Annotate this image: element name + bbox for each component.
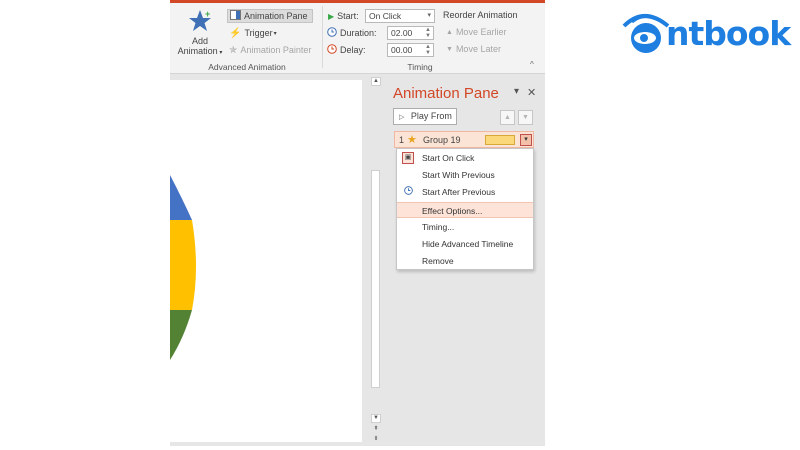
add-animation-star-icon: +: [189, 9, 211, 31]
animation-context-menu: ▣ Start On Click Start With Previous Sta…: [396, 148, 534, 270]
animation-pane-label: Animation Pane: [244, 11, 308, 21]
animation-painter-button[interactable]: ✯ Animation Painter: [229, 44, 311, 56]
menu-item-hide-advanced-timeline[interactable]: Hide Advanced Timeline: [397, 236, 533, 252]
ribbon-separator: [322, 6, 323, 68]
slide-canvas[interactable]: [170, 80, 362, 442]
spinner-arrows-icon[interactable]: ▲ ▼: [425, 27, 431, 39]
play-triangle-icon: ▷: [399, 114, 405, 121]
entrance-star-icon: ★: [407, 134, 417, 146]
chevron-down-icon: ▾: [217, 50, 223, 56]
animation-item-name: Group 19: [423, 135, 461, 145]
trigger-label: Trigger: [244, 28, 273, 38]
item-dropdown-chevron-icon[interactable]: ▾: [520, 134, 532, 146]
close-icon[interactable]: ✕: [527, 86, 536, 99]
trigger-button[interactable]: ⚡ Trigger ▾: [229, 27, 277, 39]
previous-slide-icon[interactable]: ⇞: [371, 426, 381, 435]
menu-item-label: Start On Click: [422, 153, 475, 163]
delay-clock-icon: [327, 44, 337, 56]
logo-wordmark: ntbook: [666, 14, 791, 53]
duration-spinner[interactable]: 02.00 ▲ ▼: [387, 26, 434, 40]
duration-label: Duration:: [340, 28, 377, 38]
play-from-button[interactable]: ▷ Play From: [393, 108, 457, 125]
start-dropdown[interactable]: On Click ▾: [365, 9, 435, 23]
animation-order-number: 1: [399, 135, 405, 145]
pie-segment-green: [170, 310, 192, 360]
play-from-label: Play From: [410, 111, 452, 121]
advanced-animation-group-label: Advanced Animation: [208, 62, 286, 72]
animation-timeline-bar[interactable]: [485, 135, 515, 145]
start-label: Start:: [337, 11, 359, 21]
menu-item-label: Start After Previous: [422, 187, 496, 197]
animation-list-item[interactable]: 1 ★ Group 19 ▾: [394, 131, 534, 148]
scroll-up-icon[interactable]: ▲: [371, 77, 381, 86]
move-earlier-label: Move Earlier: [455, 27, 507, 37]
clock-icon: [327, 27, 337, 39]
move-earlier-button[interactable]: ▲ Move Earlier: [446, 27, 506, 37]
delay-spinner[interactable]: 00.00 ▲ ▼: [387, 43, 434, 57]
arrow-up-icon: ▲: [446, 28, 453, 36]
animation-pane-icon: [230, 10, 241, 22]
mouse-click-icon: ▣: [402, 152, 414, 164]
collapse-ribbon-chevron-icon[interactable]: ^: [530, 60, 534, 69]
chevron-down-icon: ▾: [427, 12, 431, 19]
delay-label-group: Delay:: [327, 44, 366, 56]
start-label-group: ▶ Start:: [328, 10, 359, 22]
vertical-scrollbar[interactable]: ▲ ▼ ⇞ ⇟: [369, 74, 383, 446]
reorder-animation-label: Reorder Animation: [443, 10, 518, 20]
add-animation-label-line2: Animation: [177, 46, 218, 56]
scroll-down-icon[interactable]: ▼: [371, 414, 381, 423]
menu-item-label: Remove: [422, 256, 454, 266]
next-slide-icon[interactable]: ⇟: [371, 436, 381, 445]
move-later-button[interactable]: ▼ Move Later: [446, 44, 501, 54]
delay-value: 00.00: [391, 45, 413, 55]
move-later-label: Move Later: [455, 44, 501, 54]
start-value: On Click: [369, 11, 402, 21]
clock-icon: [402, 186, 414, 198]
animation-painter-icon: ✯: [229, 44, 238, 56]
play-triangle-icon: ▶: [328, 11, 335, 21]
svg-text:+: +: [205, 9, 210, 19]
delay-label: Delay:: [340, 45, 366, 55]
add-animation-label-line1: Add: [191, 36, 208, 46]
spinner-arrows-icon[interactable]: ▲ ▼: [425, 44, 431, 56]
scrollbar-thumb[interactable]: [371, 170, 380, 388]
lightning-icon: ⚡: [229, 27, 242, 39]
pie-chart-graphic[interactable]: [170, 80, 362, 442]
menu-item-label: Start With Previous: [422, 170, 495, 180]
pie-segment-blue-edge: [170, 175, 192, 220]
move-up-button[interactable]: ▲: [500, 110, 515, 125]
menu-item-label: Timing...: [422, 222, 455, 232]
menu-item-start-with-previous[interactable]: Start With Previous: [397, 167, 533, 183]
animation-painter-label: Animation Painter: [240, 45, 312, 55]
menu-item-start-after-previous[interactable]: Start After Previous: [397, 184, 533, 200]
menu-item-label: Hide Advanced Timeline: [422, 239, 514, 249]
add-animation-button[interactable]: + Add Animation ▾: [176, 8, 224, 60]
pane-options-chevron-icon[interactable]: ▾: [514, 86, 519, 97]
duration-label-group: Duration:: [327, 27, 377, 39]
animation-pane-title: Animation Pane: [393, 85, 499, 102]
menu-item-label: Effect Options...: [422, 206, 483, 216]
menu-item-timing[interactable]: Timing...: [397, 219, 533, 235]
pie-segment-yellow: [170, 220, 196, 310]
ribbon-accent-line: [170, 0, 545, 3]
chevron-down-icon: ▾: [273, 30, 277, 37]
animation-pane-toggle[interactable]: Animation Pane: [227, 9, 313, 23]
duration-value: 02.00: [391, 28, 413, 38]
timing-group-label: Timing: [407, 62, 433, 72]
arrow-down-icon: ▼: [446, 45, 453, 53]
menu-item-start-on-click[interactable]: ▣ Start On Click: [397, 150, 533, 166]
menu-item-effect-options[interactable]: Effect Options...: [397, 202, 533, 218]
menu-item-remove[interactable]: Remove: [397, 253, 533, 269]
move-down-button[interactable]: ▼: [518, 110, 533, 125]
